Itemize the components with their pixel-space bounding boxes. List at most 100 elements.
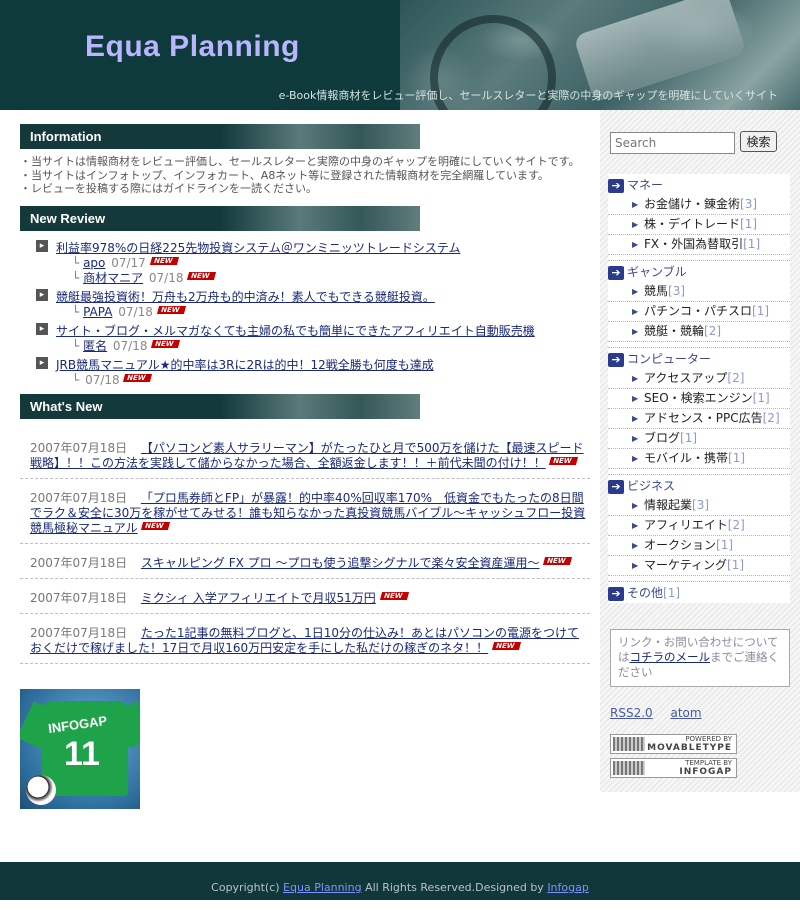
arrow-right-icon: ▸ xyxy=(36,356,48,369)
whats-new-item: 2007年07月18日 たった1記事の無料ブログと、1日10分の仕込み！あとはパ… xyxy=(20,614,590,664)
category-computer: ➔コンピューター アクセスアップ[2] SEO・検索エンジン[1] アドセンス・… xyxy=(608,348,790,475)
category-link[interactable]: ➔ ギャンブル xyxy=(608,261,790,282)
category-other: ➔ その他[1] xyxy=(608,582,790,603)
category-link[interactable]: ➔ その他[1] xyxy=(608,582,790,603)
subcategory-item[interactable]: 株・デイトレード[1] xyxy=(608,215,790,235)
arrow-right-icon: ➔ xyxy=(608,266,624,280)
subcategory-item[interactable]: モバイル・携帯[1] xyxy=(608,449,790,469)
category-money: ➔マネー お金儲け・錬金術[3] 株・デイトレード[1] FX・外国為替取引[1… xyxy=(608,174,790,261)
reply-author-link[interactable]: apo xyxy=(83,256,105,270)
whats-new-list: 2007年07月18日 【パソコンど素人サラリーマン】がたったひと月で500万を… xyxy=(20,429,590,664)
sidebar: 検索 ➔マネー お金儲け・錬金術[3] 株・デイトレード[1] FX・外国為替取… xyxy=(600,110,800,792)
new-review-heading: New Review xyxy=(20,205,420,231)
review-reply: └ 07/18 NEW xyxy=(72,373,592,388)
new-badge: NEW xyxy=(149,256,180,265)
information-item: レビューを投稿する際にはガイドラインを一読ください。 xyxy=(20,182,592,196)
site-tagline: e-Book情報商材をレビュー評価し、セールスレターと実際の中身のギャップを明確… xyxy=(278,89,778,102)
subcategory-item[interactable]: オークション[1] xyxy=(608,536,790,556)
new-badge: NEW xyxy=(491,641,522,650)
infogap-banner[interactable]: INFOGAP 11 xyxy=(20,689,140,809)
information-heading: Information xyxy=(20,124,420,149)
whats-new-link[interactable]: ミクシィ 入学アフィリエイトで月収51万円 xyxy=(141,591,376,605)
atom-link[interactable]: atom xyxy=(670,706,701,720)
subcategory-item[interactable]: 情報起業[3] xyxy=(608,496,790,516)
movabletype-logo-icon xyxy=(613,737,645,751)
whats-new-heading: What's New xyxy=(20,393,420,419)
reply-author-link[interactable]: PAPA xyxy=(83,305,112,319)
subcategory-item[interactable]: アフィリエイト[2] xyxy=(608,516,790,536)
review-title-link[interactable]: 競艇最強投資術！万舟も2万舟も的中済み！素人でもできる競艇投資。 xyxy=(56,290,435,304)
review-reply: └ 商材マニア 07/18 NEW xyxy=(72,271,592,286)
category-link[interactable]: ➔ ビジネス xyxy=(608,475,790,496)
reply-date: 07/18 xyxy=(148,270,184,285)
review-title-link[interactable]: サイト・ブログ・メルマガなくても主婦の私でも簡単にできたアフィリエイト自動販売機 xyxy=(56,324,535,338)
subcategory-item[interactable]: お金儲け・錬金術[3] xyxy=(608,195,790,215)
new-badge: NEW xyxy=(549,456,579,465)
reply-author-link[interactable]: 匿名 xyxy=(83,339,107,353)
new-badge: NEW xyxy=(156,305,187,314)
arrow-right-icon: ➔ xyxy=(608,179,624,193)
subcategory-item[interactable]: アクセスアップ[2] xyxy=(608,369,790,389)
category-list: ➔マネー お金儲け・錬金術[3] 株・デイトレード[1] FX・外国為替取引[1… xyxy=(608,174,790,603)
subcategory-item[interactable]: パチンコ・パチスロ[1] xyxy=(608,302,790,322)
main-column: Information 当サイトは情報商材をレビュー評価し、セールスレターと実際… xyxy=(20,124,592,664)
information-item: 当サイトは情報商材をレビュー評価し、セールスレターと実際の中身のギャップを明確に… xyxy=(20,155,592,169)
new-review-list: ▸ 利益率978%の日経225先物投資システム＠ワンミニッツトレードシステム └… xyxy=(36,239,592,388)
template-by-infogap-badge[interactable]: TEMPLATE BY INFOGAP xyxy=(610,758,737,778)
information-list: 当サイトは情報商材をレビュー評価し、セールスレターと実際の中身のギャップを明確に… xyxy=(20,155,592,196)
powered-by-movabletype-badge[interactable]: POWERED BY MOVABLETYPE xyxy=(610,734,737,754)
feed-links: RSS2.0 atom xyxy=(610,706,716,720)
arrow-right-icon: ➔ xyxy=(608,587,624,601)
site-header: Equa Planning e-Book情報商材をレビュー評価し、セールスレター… xyxy=(0,0,800,110)
footer-designer-link[interactable]: Infogap xyxy=(547,881,589,894)
reply-date: 07/18 xyxy=(118,304,153,319)
soccer-ball-icon xyxy=(26,775,56,805)
review-item: ▸ サイト・ブログ・メルマガなくても主婦の私でも簡単にできたアフィリエイト自動販… xyxy=(36,322,592,354)
contact-box: リンク・お問い合わせについてはコチラのメールまでご連絡ください xyxy=(610,629,790,687)
search-input[interactable] xyxy=(610,132,735,154)
banner-number: 11 xyxy=(64,735,100,773)
subcategory-item[interactable]: SEO・検索エンジン[1] xyxy=(608,389,790,409)
category-gamble: ➔ギャンブル 競馬[3] パチンコ・パチスロ[1] 競艇・競輪[2] xyxy=(608,261,790,348)
footer-site-link[interactable]: Equa Planning xyxy=(283,881,362,894)
arrow-right-icon: ➔ xyxy=(608,353,624,367)
whats-new-date: 2007年07月18日 xyxy=(30,625,128,640)
subcategory-item[interactable]: 競馬[3] xyxy=(608,282,790,302)
subcategory-item[interactable]: アドセンス・PPC広告[2] xyxy=(608,409,790,429)
review-item: ▸ JRB競馬マニュアル★的中率は3Rに2Rは的中！12戦全勝も何度も達成 └ … xyxy=(36,356,592,388)
category-business: ➔ビジネス 情報起業[3] アフィリエイト[2] オークション[1] マーケティ… xyxy=(608,475,790,582)
new-badge: NEW xyxy=(151,339,181,348)
information-item: 当サイトはインフォトップ、インフォカート、A8ネット等に登録された情報商材を完全… xyxy=(20,169,592,183)
subcategory-item[interactable]: ブログ[1] xyxy=(608,429,790,449)
contact-mail-link[interactable]: コチラのメール xyxy=(630,650,711,664)
whats-new-item: 2007年07月18日 ミクシィ 入学アフィリエイトで月収51万円 NEW xyxy=(20,579,590,614)
infogap-logo-icon xyxy=(613,761,645,775)
reply-author-link[interactable]: 商材マニア xyxy=(83,271,143,285)
subcategory-item[interactable]: FX・外国為替取引[1] xyxy=(608,235,790,255)
search-button[interactable]: 検索 xyxy=(740,131,777,152)
new-badge: NEW xyxy=(141,521,171,530)
whats-new-date: 2007年07月18日 xyxy=(30,555,128,570)
category-link[interactable]: ➔ コンピューター xyxy=(608,348,790,369)
whats-new-link[interactable]: スキャルピング FX プロ 〜プロも使う追撃シグナルで楽々安全資産運用〜 xyxy=(141,556,540,570)
subcategory-item[interactable]: マーケティング[1] xyxy=(608,556,790,576)
review-title-link[interactable]: 利益率978%の日経225先物投資システム＠ワンミニッツトレードシステム xyxy=(56,241,461,255)
new-badge: NEW xyxy=(187,271,217,280)
category-link[interactable]: ➔ マネー xyxy=(608,174,790,195)
subcategory-item[interactable]: 競艇・競輪[2] xyxy=(608,322,790,342)
reply-date: 07/17 xyxy=(111,255,146,270)
arrow-right-icon: ▸ xyxy=(36,288,48,301)
site-footer: Copyright(c) Equa Planning All Rights Re… xyxy=(0,862,800,900)
rss-link[interactable]: RSS2.0 xyxy=(610,706,653,720)
whats-new-item: 2007年07月18日 【パソコンど素人サラリーマン】がたったひと月で500万を… xyxy=(20,429,590,479)
new-badge: NEW xyxy=(379,591,410,600)
site-title[interactable]: Equa Planning xyxy=(85,30,300,64)
review-reply: └ 匿名 07/18 NEW xyxy=(72,339,592,354)
whats-new-date: 2007年07月18日 xyxy=(30,590,128,605)
whats-new-date: 2007年07月18日 xyxy=(30,440,128,455)
review-reply: └ apo 07/17 NEW xyxy=(72,256,592,271)
review-title-link[interactable]: JRB競馬マニュアル★的中率は3Rに2Rは的中！12戦全勝も何度も達成 xyxy=(56,358,434,372)
reply-date: 07/18 xyxy=(85,372,120,387)
whats-new-item: 2007年07月18日 スキャルピング FX プロ 〜プロも使う追撃シグナルで楽… xyxy=(20,544,590,579)
review-reply: └ PAPA 07/18 NEW xyxy=(72,305,592,320)
